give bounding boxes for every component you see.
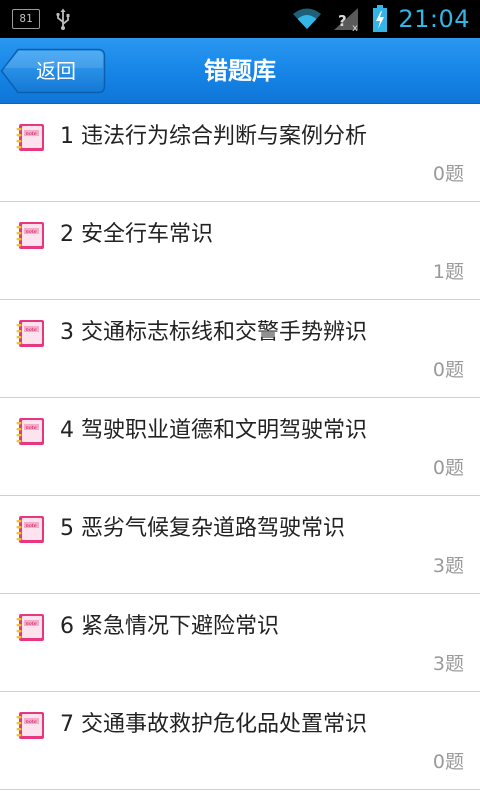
status-bar: 81 ? x 21:04 (0, 0, 480, 38)
list-item[interactable]: note 1 违法行为综合判断与案例分析 0题 (0, 104, 480, 202)
svg-text:note: note (26, 523, 37, 529)
question-count: 3题 (432, 653, 464, 675)
list-item[interactable]: note 3 交通标志标线和交警手势辨识 0题 (0, 300, 480, 398)
battery-charging-icon (373, 5, 388, 32)
back-button[interactable]: 返回 (0, 48, 106, 94)
category-title: 5 恶劣气候复杂道路驾驶常识 (60, 516, 345, 541)
svg-text:note: note (26, 621, 37, 627)
notebook-icon: note (16, 712, 44, 739)
category-title: 3 交通标志标线和交警手势辨识 (60, 320, 367, 345)
question-count: 3题 (432, 555, 464, 577)
category-title: 7 交通事故救护危化品处置常识 (60, 712, 367, 737)
svg-text:note: note (26, 719, 37, 725)
notebook-icon: note (16, 516, 44, 543)
status-bar-left: 81 (12, 8, 72, 30)
category-title: 2 安全行车常识 (60, 222, 213, 247)
question-count: 0题 (432, 751, 464, 773)
list-item[interactable]: note 2 安全行车常识 1题 (0, 202, 480, 300)
category-title: 6 紧急情况下避险常识 (60, 614, 279, 639)
category-title: 4 驾驶职业道德和文明驾驶常识 (60, 418, 367, 443)
svg-text:?: ? (338, 12, 347, 30)
list-item[interactable]: note 5 恶劣气候复杂道路驾驶常识 3题 (0, 496, 480, 594)
svg-text:note: note (26, 425, 37, 431)
clock: 21:04 (398, 5, 470, 33)
list-item[interactable]: note 6 紧急情况下避险常识 3题 (0, 594, 480, 692)
category-title: 1 违法行为综合判断与案例分析 (60, 124, 367, 149)
list-item[interactable]: note 4 驾驶职业道德和文明驾驶常识 0题 (0, 398, 480, 496)
svg-text:note: note (26, 229, 37, 235)
no-signal-icon: ? x (334, 8, 359, 32)
question-count: 1题 (432, 261, 464, 283)
notebook-icon: note (16, 418, 44, 445)
notification-count-badge: 81 (12, 9, 40, 29)
question-count: 0题 (432, 359, 464, 381)
question-count: 0题 (432, 163, 464, 185)
notebook-icon: note (16, 222, 44, 249)
question-count: 0题 (432, 457, 464, 479)
svg-text:x: x (352, 23, 358, 32)
wrong-question-category-list: note 1 违法行为综合判断与案例分析 0题 note 2 安全行车常识 1题… (0, 104, 480, 790)
status-bar-right: ? x 21:04 (292, 0, 470, 38)
svg-text:note: note (26, 327, 37, 333)
notebook-icon: note (16, 124, 44, 151)
notebook-icon: note (16, 614, 44, 641)
title-bar: 错题库 返回 (0, 38, 480, 104)
notebook-icon: note (16, 320, 44, 347)
wifi-icon (293, 8, 322, 29)
svg-text:note: note (26, 131, 37, 137)
list-item[interactable]: note 7 交通事故救护危化品处置常识 0题 (0, 692, 480, 790)
back-button-label: 返回 (36, 59, 76, 83)
usb-icon (56, 8, 70, 30)
